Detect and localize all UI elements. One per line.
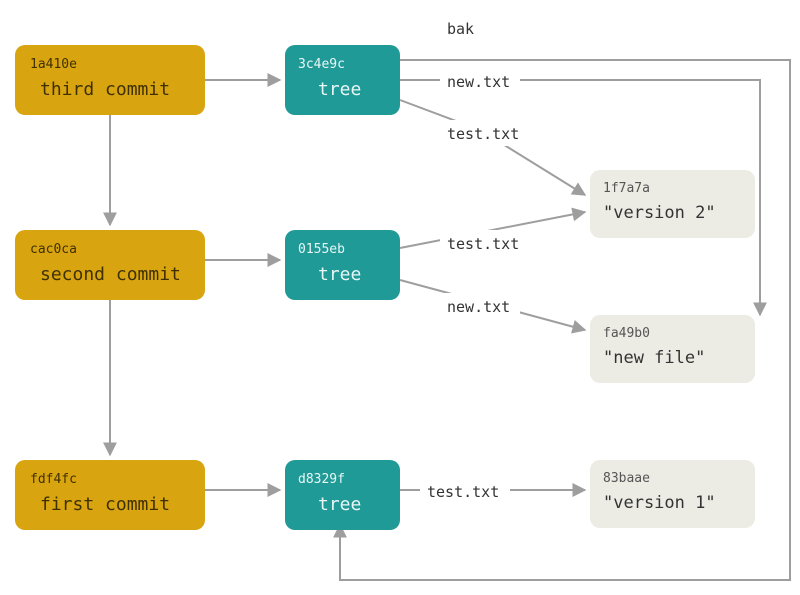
svg-text:test.txt: test.txt [427, 483, 499, 501]
svg-text:bak: bak [447, 20, 474, 38]
blob-newfile: fa49b0 "new file" [590, 315, 755, 383]
commit-second: cac0ca second commit [15, 230, 205, 300]
commit-first-label: first commit [40, 494, 170, 515]
edge-label-t3-new: new.txt [440, 68, 520, 94]
blob-newfile-label: "new file" [603, 348, 705, 368]
blob-version1-label: "version 1" [603, 493, 716, 513]
tree-3-label: tree [318, 79, 361, 100]
commit-second-label: second commit [40, 264, 181, 285]
commit-third-label: third commit [40, 79, 170, 100]
git-object-graph: 1a410e third commit cac0ca second commit… [0, 0, 800, 595]
blob-newfile-hash: fa49b0 [603, 326, 650, 341]
commit-first-hash: fdf4fc [30, 472, 77, 487]
tree-1-label: tree [318, 494, 361, 515]
blob-version2-hash: 1f7a7a [603, 181, 650, 196]
tree-1-hash: d8329f [298, 472, 345, 487]
svg-text:new.txt: new.txt [447, 73, 510, 91]
tree-3-hash: 3c4e9c [298, 57, 345, 72]
svg-text:test.txt: test.txt [447, 125, 519, 143]
edge-t3-bv2 [400, 100, 585, 195]
edge-label-t2-test: test.txt [440, 230, 530, 256]
blob-version2-label: "version 2" [603, 203, 716, 223]
tree-2: 0155eb tree [285, 230, 400, 300]
edge-label-t3-test: test.txt [440, 120, 530, 146]
commit-first: fdf4fc first commit [15, 460, 205, 530]
blob-version2: 1f7a7a "version 2" [590, 170, 755, 238]
tree-2-hash: 0155eb [298, 242, 345, 257]
commit-third-hash: 1a410e [30, 57, 77, 72]
commit-third: 1a410e third commit [15, 45, 205, 115]
svg-text:test.txt: test.txt [447, 235, 519, 253]
edge-label-t1-test: test.txt [420, 478, 510, 504]
svg-text:new.txt: new.txt [447, 298, 510, 316]
blob-version1: 83baae "version 1" [590, 460, 755, 528]
edge-label-bak: bak [440, 15, 484, 41]
tree-2-label: tree [318, 264, 361, 285]
commit-second-hash: cac0ca [30, 242, 77, 257]
tree-1: d8329f tree [285, 460, 400, 530]
edge-label-t2-new: new.txt [440, 293, 520, 319]
blob-version1-hash: 83baae [603, 471, 650, 486]
tree-3: 3c4e9c tree [285, 45, 400, 115]
